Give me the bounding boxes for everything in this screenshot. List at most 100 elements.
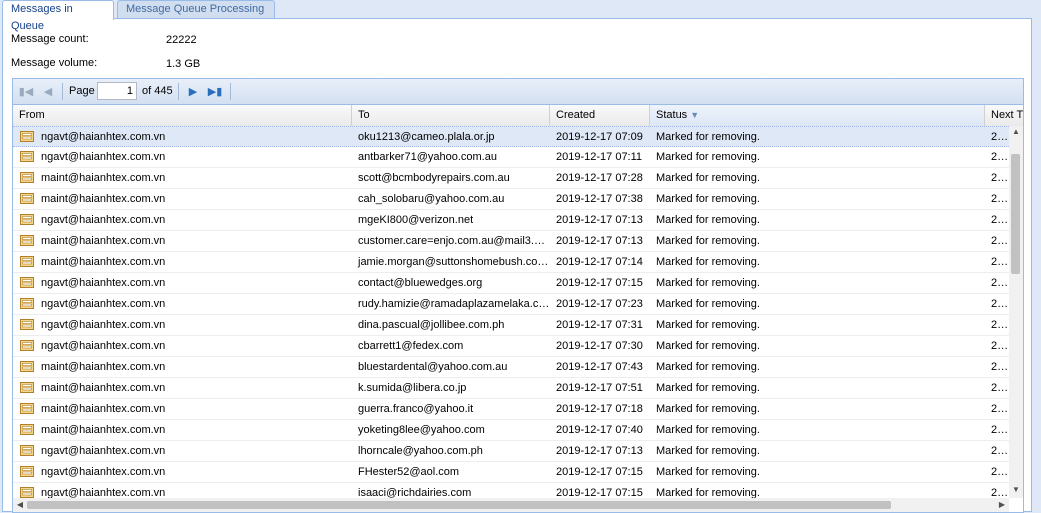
cell-to: isaaci@richdairies.com (358, 487, 472, 498)
mail-icon (20, 277, 34, 288)
cell-from: ngavt@haianhtex.com.vn (41, 214, 166, 226)
table-row[interactable]: maint@haianhtex.com.vn cah_solobaru@yahoo… (13, 189, 1009, 210)
cell-from: maint@haianhtex.com.vn (41, 172, 166, 184)
cell-created: 2019-12-17 07:15 (556, 487, 643, 498)
cell-next: 2019-12-17 (991, 277, 1009, 289)
table-row[interactable]: ngavt@haianhtex.com.vn dina.pascual@jolli… (13, 315, 1009, 336)
column-header-created[interactable]: Created (550, 105, 650, 126)
cell-created: 2019-12-17 07:18 (556, 403, 643, 415)
cell-next: 2019-12-17 (991, 193, 1009, 205)
cell-status: Marked for removing. (656, 361, 760, 373)
last-page-icon[interactable]: ▶▮ (207, 84, 223, 100)
cell-to: customer.care=enjo.com.au@mail3.example (358, 235, 550, 247)
cell-from: maint@haianhtex.com.vn (41, 235, 166, 247)
cell-created: 2019-12-17 07:30 (556, 340, 643, 352)
table-row[interactable]: maint@haianhtex.com.vn k.sumida@libera.co… (13, 378, 1009, 399)
table-row[interactable]: maint@haianhtex.com.vn jamie.morgan@sutto… (13, 252, 1009, 273)
column-header-to[interactable]: To (352, 105, 550, 126)
tab-messages-in-queue[interactable]: Messages in Queue (2, 0, 114, 32)
message-volume-label: Message volume: (11, 57, 98, 69)
tab-bar: Messages in Queue Message Queue Processi… (0, 0, 1041, 32)
messages-grid: ▮◀ ◀ Page of 445 ▶ ▶▮ From To Created St… (12, 78, 1024, 513)
table-row[interactable]: maint@haianhtex.com.vn yoketing8lee@yahoo… (13, 420, 1009, 441)
grid-header: From To Created Status▼ Next Try (13, 105, 1023, 127)
table-row[interactable]: maint@haianhtex.com.vn bluestardental@yah… (13, 357, 1009, 378)
mail-icon (20, 340, 34, 351)
toolbar-separator (230, 83, 231, 100)
tab-message-queue-processing[interactable]: Message Queue Processing (117, 0, 275, 18)
mail-icon (20, 235, 34, 246)
table-row[interactable]: ngavt@haianhtex.com.vn lhorncale@yahoo.co… (13, 441, 1009, 462)
scroll-left-icon[interactable]: ◀ (13, 499, 27, 511)
table-row[interactable]: ngavt@haianhtex.com.vn rudy.hamizie@ramad… (13, 294, 1009, 315)
table-row[interactable]: maint@haianhtex.com.vn customer.care=enjo… (13, 231, 1009, 252)
cell-to: FHester52@aol.com (358, 466, 460, 478)
table-row[interactable]: ngavt@haianhtex.com.vn antbarker71@yahoo.… (13, 147, 1009, 168)
cell-created: 2019-12-17 07:40 (556, 424, 643, 436)
scroll-up-icon[interactable]: ▲ (1009, 126, 1023, 138)
vertical-scrollbar[interactable]: ▲ ▼ (1009, 126, 1023, 498)
first-page-icon[interactable]: ▮◀ (18, 84, 34, 100)
cell-next: 2019-12-17 (991, 382, 1009, 394)
cell-from: maint@haianhtex.com.vn (41, 256, 166, 268)
cell-created: 2019-12-17 07:13 (556, 235, 643, 247)
cell-next: 2019-12-17 (991, 214, 1009, 226)
cell-status: Marked for removing. (656, 298, 760, 310)
table-row[interactable]: ngavt@haianhtex.com.vn oku1213@cameo.plal… (13, 126, 1009, 147)
mail-icon (20, 424, 34, 435)
cell-status: Marked for removing. (656, 193, 760, 205)
cell-next: 2019-12-17 (991, 466, 1009, 478)
table-row[interactable]: ngavt@haianhtex.com.vn isaaci@richdairies… (13, 483, 1009, 498)
cell-next: 2019-12-17 (991, 445, 1009, 457)
cell-from: ngavt@haianhtex.com.vn (41, 131, 166, 143)
horizontal-scrollbar[interactable]: ◀ ▶ (13, 498, 1009, 512)
column-header-next-try[interactable]: Next Try (985, 105, 1023, 126)
cell-to: contact@bluewedges.org (358, 277, 483, 289)
table-row[interactable]: ngavt@haianhtex.com.vn mgeKI800@verizon.n… (13, 210, 1009, 231)
scroll-right-icon[interactable]: ▶ (995, 499, 1009, 511)
message-count-value: 22222 (166, 34, 197, 46)
mail-icon (20, 298, 34, 309)
cell-from: ngavt@haianhtex.com.vn (41, 445, 166, 457)
scroll-down-icon[interactable]: ▼ (1009, 484, 1023, 496)
cell-to: jamie.morgan@suttonshomebush.com.au (358, 256, 550, 268)
cell-status: Marked for removing. (656, 340, 760, 352)
cell-next: 2019-12-17 (991, 319, 1009, 331)
cell-from: ngavt@haianhtex.com.vn (41, 151, 166, 163)
table-row[interactable]: ngavt@haianhtex.com.vn contact@bluewedges… (13, 273, 1009, 294)
cell-status: Marked for removing. (656, 277, 760, 289)
cell-status: Marked for removing. (656, 445, 760, 457)
table-row[interactable]: maint@haianhtex.com.vn scott@bcmbodyrepai… (13, 168, 1009, 189)
table-row[interactable]: ngavt@haianhtex.com.vn FHester52@aol.com 2… (13, 462, 1009, 483)
column-header-from[interactable]: From (13, 105, 352, 126)
cell-created: 2019-12-17 07:13 (556, 214, 643, 226)
column-header-status[interactable]: Status ▼ (650, 105, 985, 126)
prev-page-icon[interactable]: ◀ (40, 84, 56, 100)
cell-created: 2019-12-17 07:51 (556, 382, 643, 394)
next-page-icon[interactable]: ▶ (185, 84, 201, 100)
cell-created: 2019-12-17 07:23 (556, 298, 643, 310)
mail-icon (20, 445, 34, 456)
cell-next: 2019-12-17 (991, 131, 1009, 143)
page-number-input[interactable] (97, 82, 137, 100)
cell-from: ngavt@haianhtex.com.vn (41, 487, 166, 498)
mail-icon (20, 193, 34, 204)
cell-status: Marked for removing. (656, 403, 760, 415)
table-row[interactable]: maint@haianhtex.com.vn guerra.franco@yaho… (13, 399, 1009, 420)
column-header-status-label: Status (656, 109, 688, 121)
cell-created: 2019-12-17 07:15 (556, 277, 643, 289)
cell-to: oku1213@cameo.plala.or.jp (358, 131, 495, 143)
cell-status: Marked for removing. (656, 131, 760, 143)
cell-status: Marked for removing. (656, 382, 760, 394)
cell-to: dina.pascual@jollibee.com.ph (358, 319, 505, 331)
toolbar-separator (178, 83, 179, 100)
sort-desc-icon: ▼ (690, 110, 700, 120)
horizontal-scroll-thumb[interactable] (27, 501, 891, 509)
mail-icon (20, 256, 34, 267)
cell-to: yoketing8lee@yahoo.com (358, 424, 485, 436)
cell-status: Marked for removing. (656, 424, 760, 436)
vertical-scroll-thumb[interactable] (1011, 154, 1020, 274)
table-row[interactable]: ngavt@haianhtex.com.vn cbarrett1@fedex.co… (13, 336, 1009, 357)
cell-from: maint@haianhtex.com.vn (41, 193, 166, 205)
cell-created: 2019-12-17 07:31 (556, 319, 643, 331)
